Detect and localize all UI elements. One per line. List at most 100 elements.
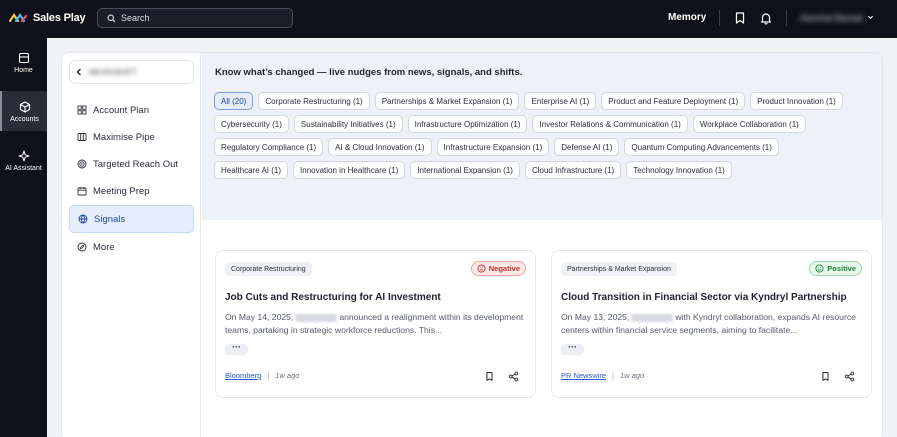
- divider: [786, 10, 787, 26]
- filter-chip[interactable]: Product and Feature Deployment (1): [601, 92, 746, 110]
- target-icon: [77, 159, 87, 169]
- account-subnav: MICROSOFT Account Plan Maximise Pipe Tar…: [62, 53, 201, 437]
- signal-time: 1w ago: [275, 371, 300, 380]
- compass-icon: [77, 242, 87, 252]
- filter-chip[interactable]: Partnerships & Market Expansion (1): [374, 92, 520, 110]
- signals-content: Know what’s changed — live nudges from n…: [202, 53, 882, 437]
- bookmark-icon[interactable]: [733, 11, 747, 25]
- signal-summary: On May 13, 2025, with Kyndryl collaborati…: [561, 311, 864, 337]
- sentiment-label: Negative: [488, 264, 520, 273]
- rail-item-home[interactable]: Home: [0, 52, 47, 82]
- subnav-item-maximise-pipe[interactable]: Maximise Pipe: [69, 124, 194, 150]
- filter-chip[interactable]: Product Innovation (1): [750, 92, 843, 110]
- account-name: MICROSOFT: [89, 67, 137, 77]
- filter-chip[interactable]: Infrastructure Optimization (1): [407, 115, 528, 133]
- globe-icon: [78, 214, 88, 224]
- category-tag: Corporate Restructuring: [225, 262, 312, 276]
- memory-button[interactable]: Memory: [668, 12, 706, 23]
- subnav-item-targeted-reach-out[interactable]: Targeted Reach Out: [69, 151, 194, 177]
- search-input[interactable]: Search: [97, 8, 293, 28]
- filter-chip[interactable]: AI & Cloud Innovation (1): [328, 138, 432, 156]
- summary-date: On May 13, 2025,: [561, 312, 630, 322]
- account-back-button[interactable]: MICROSOFT: [69, 60, 194, 84]
- rail-label: Accounts: [10, 116, 39, 123]
- subnav-label: Meeting Prep: [93, 185, 150, 197]
- filter-chip[interactable]: All (20): [214, 92, 254, 110]
- signals-headline: Know what’s changed — live nudges from n…: [215, 67, 523, 78]
- signal-source: Bloomberg | 1w ago: [225, 371, 299, 380]
- chevron-down-icon: [867, 15, 873, 20]
- filter-chip[interactable]: Infrastructure Expansion (1): [436, 138, 550, 156]
- signal-title[interactable]: Cloud Transition in Financial Sector via…: [561, 292, 847, 303]
- subnav-label: Targeted Reach Out: [93, 158, 179, 170]
- subnav-item-meeting-prep[interactable]: Meeting Prep: [69, 178, 194, 204]
- filter-chip[interactable]: Defense AI (1): [554, 138, 620, 156]
- brand-name: Sales Play: [33, 12, 86, 24]
- search-icon: [107, 14, 116, 22]
- filter-chip[interactable]: Enterprise AI (1): [524, 92, 597, 110]
- left-rail: Home Accounts AI Assistant: [0, 38, 47, 437]
- account-workspace: MICROSOFT Account Plan Maximise Pipe Tar…: [61, 52, 883, 437]
- subnav-label: Maximise Pipe: [93, 131, 155, 143]
- user-name: Aanchal Bansal: [800, 12, 863, 23]
- sentiment-label: Positive: [827, 264, 856, 273]
- rail-label: Home: [14, 67, 33, 74]
- home-icon: [18, 52, 29, 64]
- filter-chip[interactable]: Healthcare AI (1): [214, 161, 289, 179]
- user-menu[interactable]: Aanchal Bansal: [800, 12, 874, 23]
- cube-icon: [19, 101, 30, 113]
- signal-summary: On May 14, 2025, announced a realignment …: [225, 311, 528, 337]
- top-bar: Sales Play Search Memory Aanchal Bansal: [0, 0, 897, 38]
- filter-chip[interactable]: International Expansion (1): [410, 161, 520, 179]
- filter-chip[interactable]: Workplace Collaboration (1): [692, 115, 806, 133]
- filter-chip[interactable]: Regulatory Compliance (1): [214, 138, 324, 156]
- signal-title[interactable]: Job Cuts and Restructuring for AI Invest…: [225, 292, 441, 303]
- filter-chip[interactable]: Corporate Restructuring (1): [258, 92, 370, 110]
- filter-chip[interactable]: Cybersecurity (1): [214, 115, 289, 133]
- category-tag: Partnerships & Market Expansion: [561, 262, 677, 276]
- summary-date: On May 14, 2025,: [225, 312, 294, 322]
- filter-chip[interactable]: Sustainability Initiatives (1): [293, 115, 403, 133]
- smile-face-icon: [815, 264, 824, 273]
- signal-card[interactable]: Corporate Restructuring Negative Job Cut…: [215, 250, 536, 398]
- subnav-label: Signals: [94, 213, 126, 225]
- bell-icon[interactable]: [759, 11, 773, 25]
- subnav-label: More: [93, 241, 115, 253]
- rail-item-ai-assistant[interactable]: AI Assistant: [0, 150, 47, 180]
- signal-source: PR Newswire | 1w ago: [561, 371, 644, 380]
- sentiment-badge: Negative: [470, 261, 526, 276]
- filter-chip[interactable]: Quantum Computing Advancements (1): [624, 138, 779, 156]
- filter-chip[interactable]: Cloud Infrastructure (1): [524, 161, 622, 179]
- calendar-icon: [77, 187, 87, 196]
- subnav-item-more[interactable]: More: [69, 234, 194, 260]
- more-options-button[interactable]: ···: [561, 343, 584, 355]
- grid-icon: [77, 105, 87, 115]
- redacted-company: [295, 313, 338, 322]
- source-separator: |: [612, 371, 614, 380]
- filter-section: Know what’s changed — live nudges from n…: [202, 53, 882, 220]
- source-link[interactable]: PR Newswire: [561, 371, 606, 380]
- app-logo[interactable]: Sales Play: [9, 11, 86, 25]
- rail-item-accounts[interactable]: Accounts: [0, 91, 47, 131]
- source-link[interactable]: Bloomberg: [225, 371, 261, 380]
- subnav-item-signals[interactable]: Signals: [69, 205, 194, 233]
- share-icon[interactable]: [508, 371, 519, 382]
- columns-icon: [77, 133, 87, 141]
- sparkle-icon: [18, 150, 29, 162]
- more-options-button[interactable]: ···: [225, 343, 248, 355]
- main-panel: MICROSOFT Account Plan Maximise Pipe Tar…: [47, 38, 897, 437]
- bookmark-icon[interactable]: [820, 371, 831, 382]
- bookmark-icon[interactable]: [484, 371, 495, 382]
- filter-chip[interactable]: Technology Innovation (1): [626, 161, 732, 179]
- logo-icon: [9, 13, 28, 23]
- chevron-left-icon: [76, 68, 81, 76]
- sentiment-badge: Positive: [809, 261, 862, 276]
- subnav-item-account-plan[interactable]: Account Plan: [69, 97, 194, 123]
- signal-time: 1w ago: [619, 371, 645, 380]
- source-separator: |: [267, 371, 270, 380]
- filter-chip[interactable]: Innovation in Healthcare (1): [293, 161, 406, 179]
- filter-chip[interactable]: Investor Relations & Communication (1): [532, 115, 688, 133]
- signal-card[interactable]: Partnerships & Market Expansion Positive…: [551, 250, 872, 398]
- filter-chip-list: All (20) Corporate Restructuring (1) Partn…: [214, 92, 854, 179]
- share-icon[interactable]: [844, 371, 855, 382]
